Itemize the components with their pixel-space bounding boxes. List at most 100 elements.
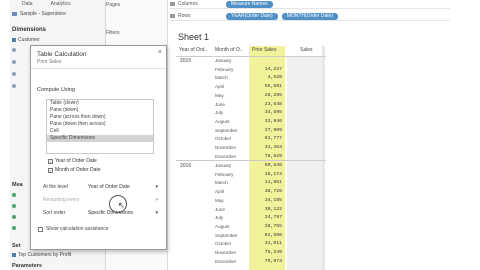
month-label: August xyxy=(215,223,230,229)
set-item-label: Top Customers by Profit xyxy=(18,252,72,258)
month-label: June xyxy=(215,206,225,212)
header-sales[interactable]: Sales xyxy=(300,47,313,53)
show-calc-assistance[interactable]: Show calculation assistance xyxy=(38,226,109,232)
restarting-label: Restarting every xyxy=(43,197,80,203)
columns-shelf-label: Columns xyxy=(178,1,198,7)
month-label: September xyxy=(215,232,238,238)
prior-sales-cell[interactable]: 30,132 xyxy=(250,207,282,212)
month-label: November xyxy=(215,145,237,150)
measure-item[interactable] xyxy=(12,215,16,219)
measure-item[interactable] xyxy=(12,193,16,197)
parameters-heading: Parameters xyxy=(12,263,42,269)
prior-sales-cell[interactable]: 14,237 xyxy=(250,67,282,72)
view-scrollbar[interactable] xyxy=(322,46,325,270)
columns-shelf[interactable]: Columns Measure Names xyxy=(170,0,450,9)
checkbox-box xyxy=(38,226,43,232)
sales-column xyxy=(287,56,323,270)
prior-sales-cell[interactable]: 55,691 xyxy=(250,84,282,89)
header-divider xyxy=(176,56,326,57)
header-prior-sales[interactable]: Prior Sales xyxy=(252,47,276,53)
checkbox-month-order-date[interactable]: ✓ Month of Order Date xyxy=(48,167,101,173)
set-icon xyxy=(12,253,16,257)
prior-sales-cell[interactable]: 23,648 xyxy=(250,102,282,107)
prior-sales-cell[interactable]: 78,629 xyxy=(250,154,282,159)
chevron-down-icon: ▾ xyxy=(155,210,158,216)
table-calculation-dialog[interactable]: Table Calculation Prior Sales × Compute … xyxy=(30,45,167,250)
dimension-item[interactable] xyxy=(12,72,16,76)
month-label: December xyxy=(215,258,237,264)
prior-sales-cell[interactable]: 81,777 xyxy=(250,136,282,141)
set-item[interactable]: Top Customers by Profit xyxy=(12,252,71,258)
checkbox-year-order-date[interactable]: ✓ Year of Order Date xyxy=(48,158,97,164)
tab-analytics[interactable]: Analytics xyxy=(51,1,71,7)
header-month[interactable]: Month of O.. xyxy=(215,47,243,53)
prior-sales-cell[interactable]: 18,174 xyxy=(250,172,282,177)
option-specific-dimensions[interactable]: Specific Dimensions xyxy=(47,135,153,142)
dialog-title: Table Calculation xyxy=(37,51,87,58)
prior-sales-cell[interactable]: 24,797 xyxy=(250,215,282,220)
mouse-pointer-icon: ↖ xyxy=(118,201,125,210)
rows-shelf[interactable]: Rows YEAR(Order Date) MONTH(Order Date) xyxy=(170,12,450,21)
month-label: October xyxy=(215,241,232,247)
prior-sales-cell[interactable]: 34,595 xyxy=(250,110,282,115)
rows-shelf-label: Rows xyxy=(178,13,191,19)
option-pane-across-then-down[interactable]: Pane (across then down) xyxy=(47,114,153,121)
prior-sales-cell[interactable]: 4,520 xyxy=(250,75,282,80)
at-level-label: At the level xyxy=(43,184,68,190)
month-label: March xyxy=(215,180,228,186)
prior-sales-cell[interactable]: 79,973 xyxy=(250,259,282,264)
month-label: December xyxy=(215,153,237,159)
dialog-divider xyxy=(31,68,166,69)
data-source[interactable]: Sample - Superstore xyxy=(12,11,66,17)
close-icon[interactable]: × xyxy=(158,49,162,56)
checkmark-icon: ✓ xyxy=(48,167,53,173)
dimension-folder-customer[interactable]: Customer xyxy=(12,37,40,43)
data-source-label: Sample - Superstore xyxy=(20,11,66,17)
header-year[interactable]: Year of Ord.. xyxy=(179,47,207,53)
dimension-item[interactable] xyxy=(12,60,16,64)
checkbox-month-label: Month of Order Date xyxy=(55,167,101,173)
prior-sales-cell[interactable]: 11,951 xyxy=(250,180,282,185)
measure-item[interactable] xyxy=(12,204,16,208)
abc-icon xyxy=(12,48,16,52)
dimension-item[interactable] xyxy=(12,48,16,52)
month-label: February xyxy=(215,171,234,177)
abc-icon xyxy=(12,60,16,64)
year-label-2016: 2016 xyxy=(180,163,192,169)
tab-data[interactable]: Data xyxy=(22,1,33,7)
prior-sales-cell[interactable]: 75,249 xyxy=(250,250,282,255)
prior-sales-cell[interactable]: 64,596 xyxy=(250,233,282,238)
prior-sales-cell[interactable]: 27,909 xyxy=(250,128,282,133)
compute-using-label: Compute Using xyxy=(37,87,75,93)
prior-sales-cell[interactable]: 31,453 xyxy=(250,145,282,150)
sets-heading: Set xyxy=(12,243,21,249)
prior-sales-cell[interactable]: 34,195 xyxy=(250,198,282,203)
month-order-date-pill[interactable]: MONTH(Order Date) xyxy=(281,12,339,20)
option-pane-down-then-across[interactable]: Pane (down then across) xyxy=(47,121,153,128)
checkmark-icon: ✓ xyxy=(48,158,53,164)
abc-icon xyxy=(12,84,16,88)
measure-names-pill[interactable]: Measure Names xyxy=(226,0,273,8)
measure-icon xyxy=(12,226,16,230)
measure-item[interactable] xyxy=(12,226,16,230)
prior-sales-cell[interactable]: 28,295 xyxy=(250,93,282,98)
year-label-2015: 2015 xyxy=(180,58,192,64)
at-level-select[interactable]: Year of Order Date ▾ xyxy=(88,184,158,190)
option-pane-down[interactable]: Pane (down) xyxy=(47,107,153,114)
option-cell[interactable]: Cell xyxy=(47,128,153,135)
prior-sales-cell[interactable]: 69,546 xyxy=(250,163,282,168)
month-label: July xyxy=(215,215,224,221)
month-label: June xyxy=(215,101,225,107)
option-table-down[interactable]: Table (down) xyxy=(47,100,153,107)
prior-sales-cell[interactable]: 31,011 xyxy=(250,241,282,246)
dimension-item[interactable] xyxy=(12,84,16,88)
prior-sales-cell[interactable]: 38,726 xyxy=(250,189,282,194)
measures-heading: Mea xyxy=(12,182,23,188)
month-label: March xyxy=(215,75,228,81)
compute-using-list[interactable]: Table (down) Pane (down) Pane (across th… xyxy=(46,99,154,154)
sort-order-value: Specific Dimensions xyxy=(88,210,134,216)
year-order-date-pill[interactable]: YEAR(Order Date) xyxy=(226,12,278,20)
prior-sales-cell[interactable]: 28,765 xyxy=(250,224,282,229)
dimension-folder-label: Customer xyxy=(18,37,40,43)
prior-sales-cell[interactable]: 33,946 xyxy=(250,119,282,124)
